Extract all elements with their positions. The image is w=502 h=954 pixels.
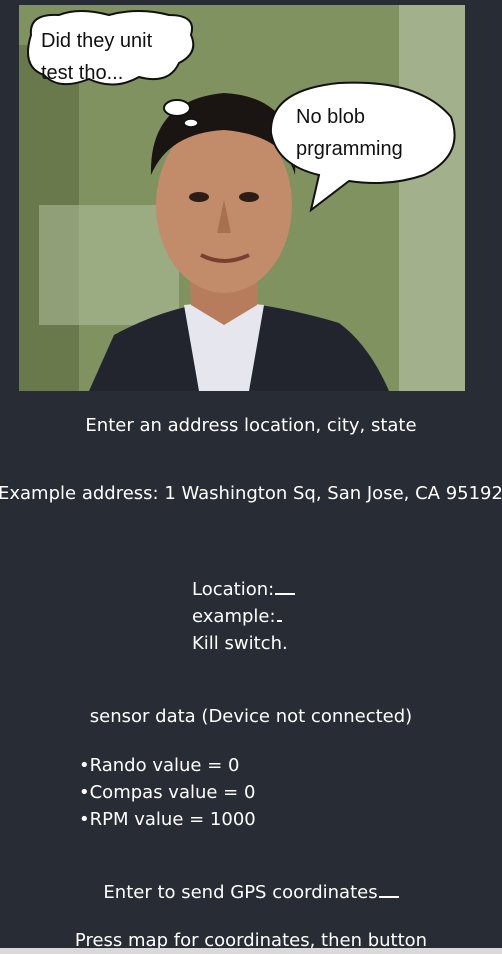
send-gps-label: Enter to send GPS coordinates xyxy=(103,882,378,903)
horizontal-scrollbar[interactable] xyxy=(0,948,502,954)
speech-bubble-line-1: No blob xyxy=(296,106,365,128)
location-label: Location: xyxy=(192,579,275,600)
meme-illustration: Did they unit test tho... No blob prgram… xyxy=(19,5,465,391)
example-address: Example address: 1 Washington Sq, San Jo… xyxy=(0,483,502,504)
location-row: Location: xyxy=(192,576,296,603)
sensor-data-title: sensor data (Device not connected) xyxy=(89,706,413,727)
address-prompt: Enter an address location, city, state xyxy=(85,415,417,436)
thought-bubble-line-2: test tho... xyxy=(41,62,123,84)
status-block: Location: example: Kill switch. xyxy=(192,576,296,657)
example-value xyxy=(276,616,282,622)
list-item: •Compas value = 0 xyxy=(79,782,256,803)
speech-bubble-line-2: prgramming xyxy=(296,138,403,160)
kill-switch[interactable]: Kill switch. xyxy=(192,630,295,657)
send-gps-row: Enter to send GPS coordinates xyxy=(0,882,502,904)
example-row: example: xyxy=(192,603,295,630)
list-item: •Rando value = 0 xyxy=(79,755,240,776)
example-label: example: xyxy=(192,606,276,627)
location-value xyxy=(275,589,296,595)
gps-value xyxy=(378,892,399,898)
sensor-list: •Rando value = 0 •Compas value = 0 •RPM … xyxy=(79,752,256,833)
thought-bubble-line-1: Did they unit xyxy=(41,30,153,52)
list-item: •RPM value = 1000 xyxy=(79,809,256,830)
meme-image: Did they unit test tho... No blob prgram… xyxy=(19,5,465,391)
